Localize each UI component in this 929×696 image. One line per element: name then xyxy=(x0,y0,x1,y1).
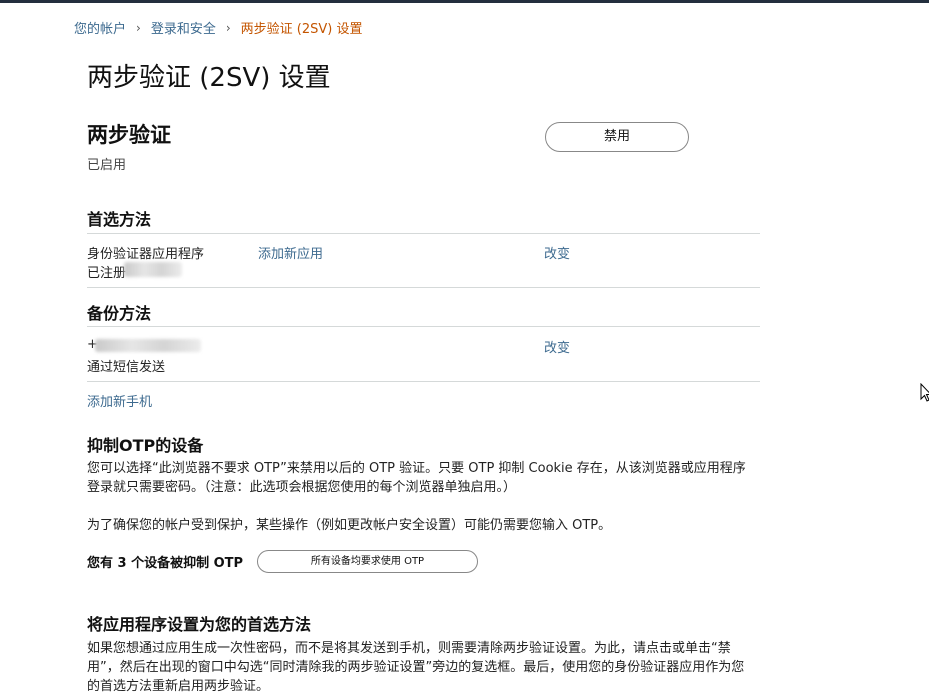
sms-delivery-label: 通过短信发送 xyxy=(87,360,166,375)
otp-description: 您可以选择“此浏览器不要求 OTP”来禁用以后的 OTP 验证。只要 OTP 抑… xyxy=(87,459,767,497)
two-step-status: 已启用 xyxy=(87,158,127,173)
require-otp-all-devices-button[interactable]: 所有设备均要求使用 OTP xyxy=(257,550,478,573)
otp-description-line-1: 您可以选择“此浏览器不要求 OTP”来禁用以后的 OTP 验证。只要 OTP 抑… xyxy=(87,461,746,476)
breadcrumb-your-account[interactable]: 您的帐户 xyxy=(74,18,126,37)
disable-button[interactable]: 禁用 xyxy=(545,122,689,152)
top-bar xyxy=(0,0,929,3)
authenticator-app-label: 身份验证器应用程序 xyxy=(87,247,205,262)
otp-description-line-2: 登录就只需要密码。（注意：此选项会根据您使用的每个浏览器单独启用。） xyxy=(87,480,517,495)
backup-method-heading: 备份方法 xyxy=(87,304,152,323)
breadcrumb: 您的帐户 › 登录和安全 › 两步验证 (2SV) 设置 xyxy=(74,18,363,38)
preferred-method-heading: 首选方法 xyxy=(87,210,152,229)
divider xyxy=(87,287,760,288)
app-preferred-heading: 将应用程序设置为您的首选方法 xyxy=(87,615,312,634)
suppressed-devices-count: 您有 3 个设备被抑制 OTP xyxy=(87,556,244,571)
divider xyxy=(87,233,760,234)
breadcrumb-login-security[interactable]: 登录和安全 xyxy=(151,18,216,37)
change-preferred-link[interactable]: 改变 xyxy=(544,243,570,262)
add-new-app-link[interactable]: 添加新应用 xyxy=(258,243,323,262)
mouse-cursor-icon xyxy=(920,383,929,402)
app-preferred-line-1: 如果您想通过应用生成一次性密码，而不是将其发送到手机，则需要清除两步验证设置。为… xyxy=(87,641,731,656)
app-preferred-line-3: 的首选方法重新启用两步验证。 xyxy=(87,679,270,694)
redacted-registration-date xyxy=(124,262,182,277)
otp-protection-note: 为了确保您的帐户受到保护，某些操作（例如更改帐户安全设置）可能仍需要您输入 OT… xyxy=(87,518,612,533)
page-title: 两步验证 (2SV) 设置 xyxy=(87,63,331,93)
redacted-phone-number xyxy=(95,339,201,352)
divider xyxy=(87,326,760,327)
app-preferred-line-2: 用”，然后在出现的窗口中勾选“同时清除我的两步验证设置”旁边的复选框。最后，使用… xyxy=(87,660,745,675)
add-new-phone-link[interactable]: 添加新手机 xyxy=(87,391,152,410)
change-backup-link[interactable]: 改变 xyxy=(544,337,570,356)
registered-label: 已注册 xyxy=(87,266,127,281)
chevron-right-icon: › xyxy=(225,20,231,35)
two-step-heading: 两步验证 xyxy=(87,123,171,147)
app-preferred-description: 如果您想通过应用生成一次性密码，而不是将其发送到手机，则需要清除两步验证设置。为… xyxy=(87,639,767,696)
chevron-right-icon: › xyxy=(136,20,141,35)
breadcrumb-current: 两步验证 (2SV) 设置 xyxy=(240,22,363,37)
divider xyxy=(87,381,760,382)
otp-suppressed-heading: 抑制OTP的设备 xyxy=(87,436,204,455)
